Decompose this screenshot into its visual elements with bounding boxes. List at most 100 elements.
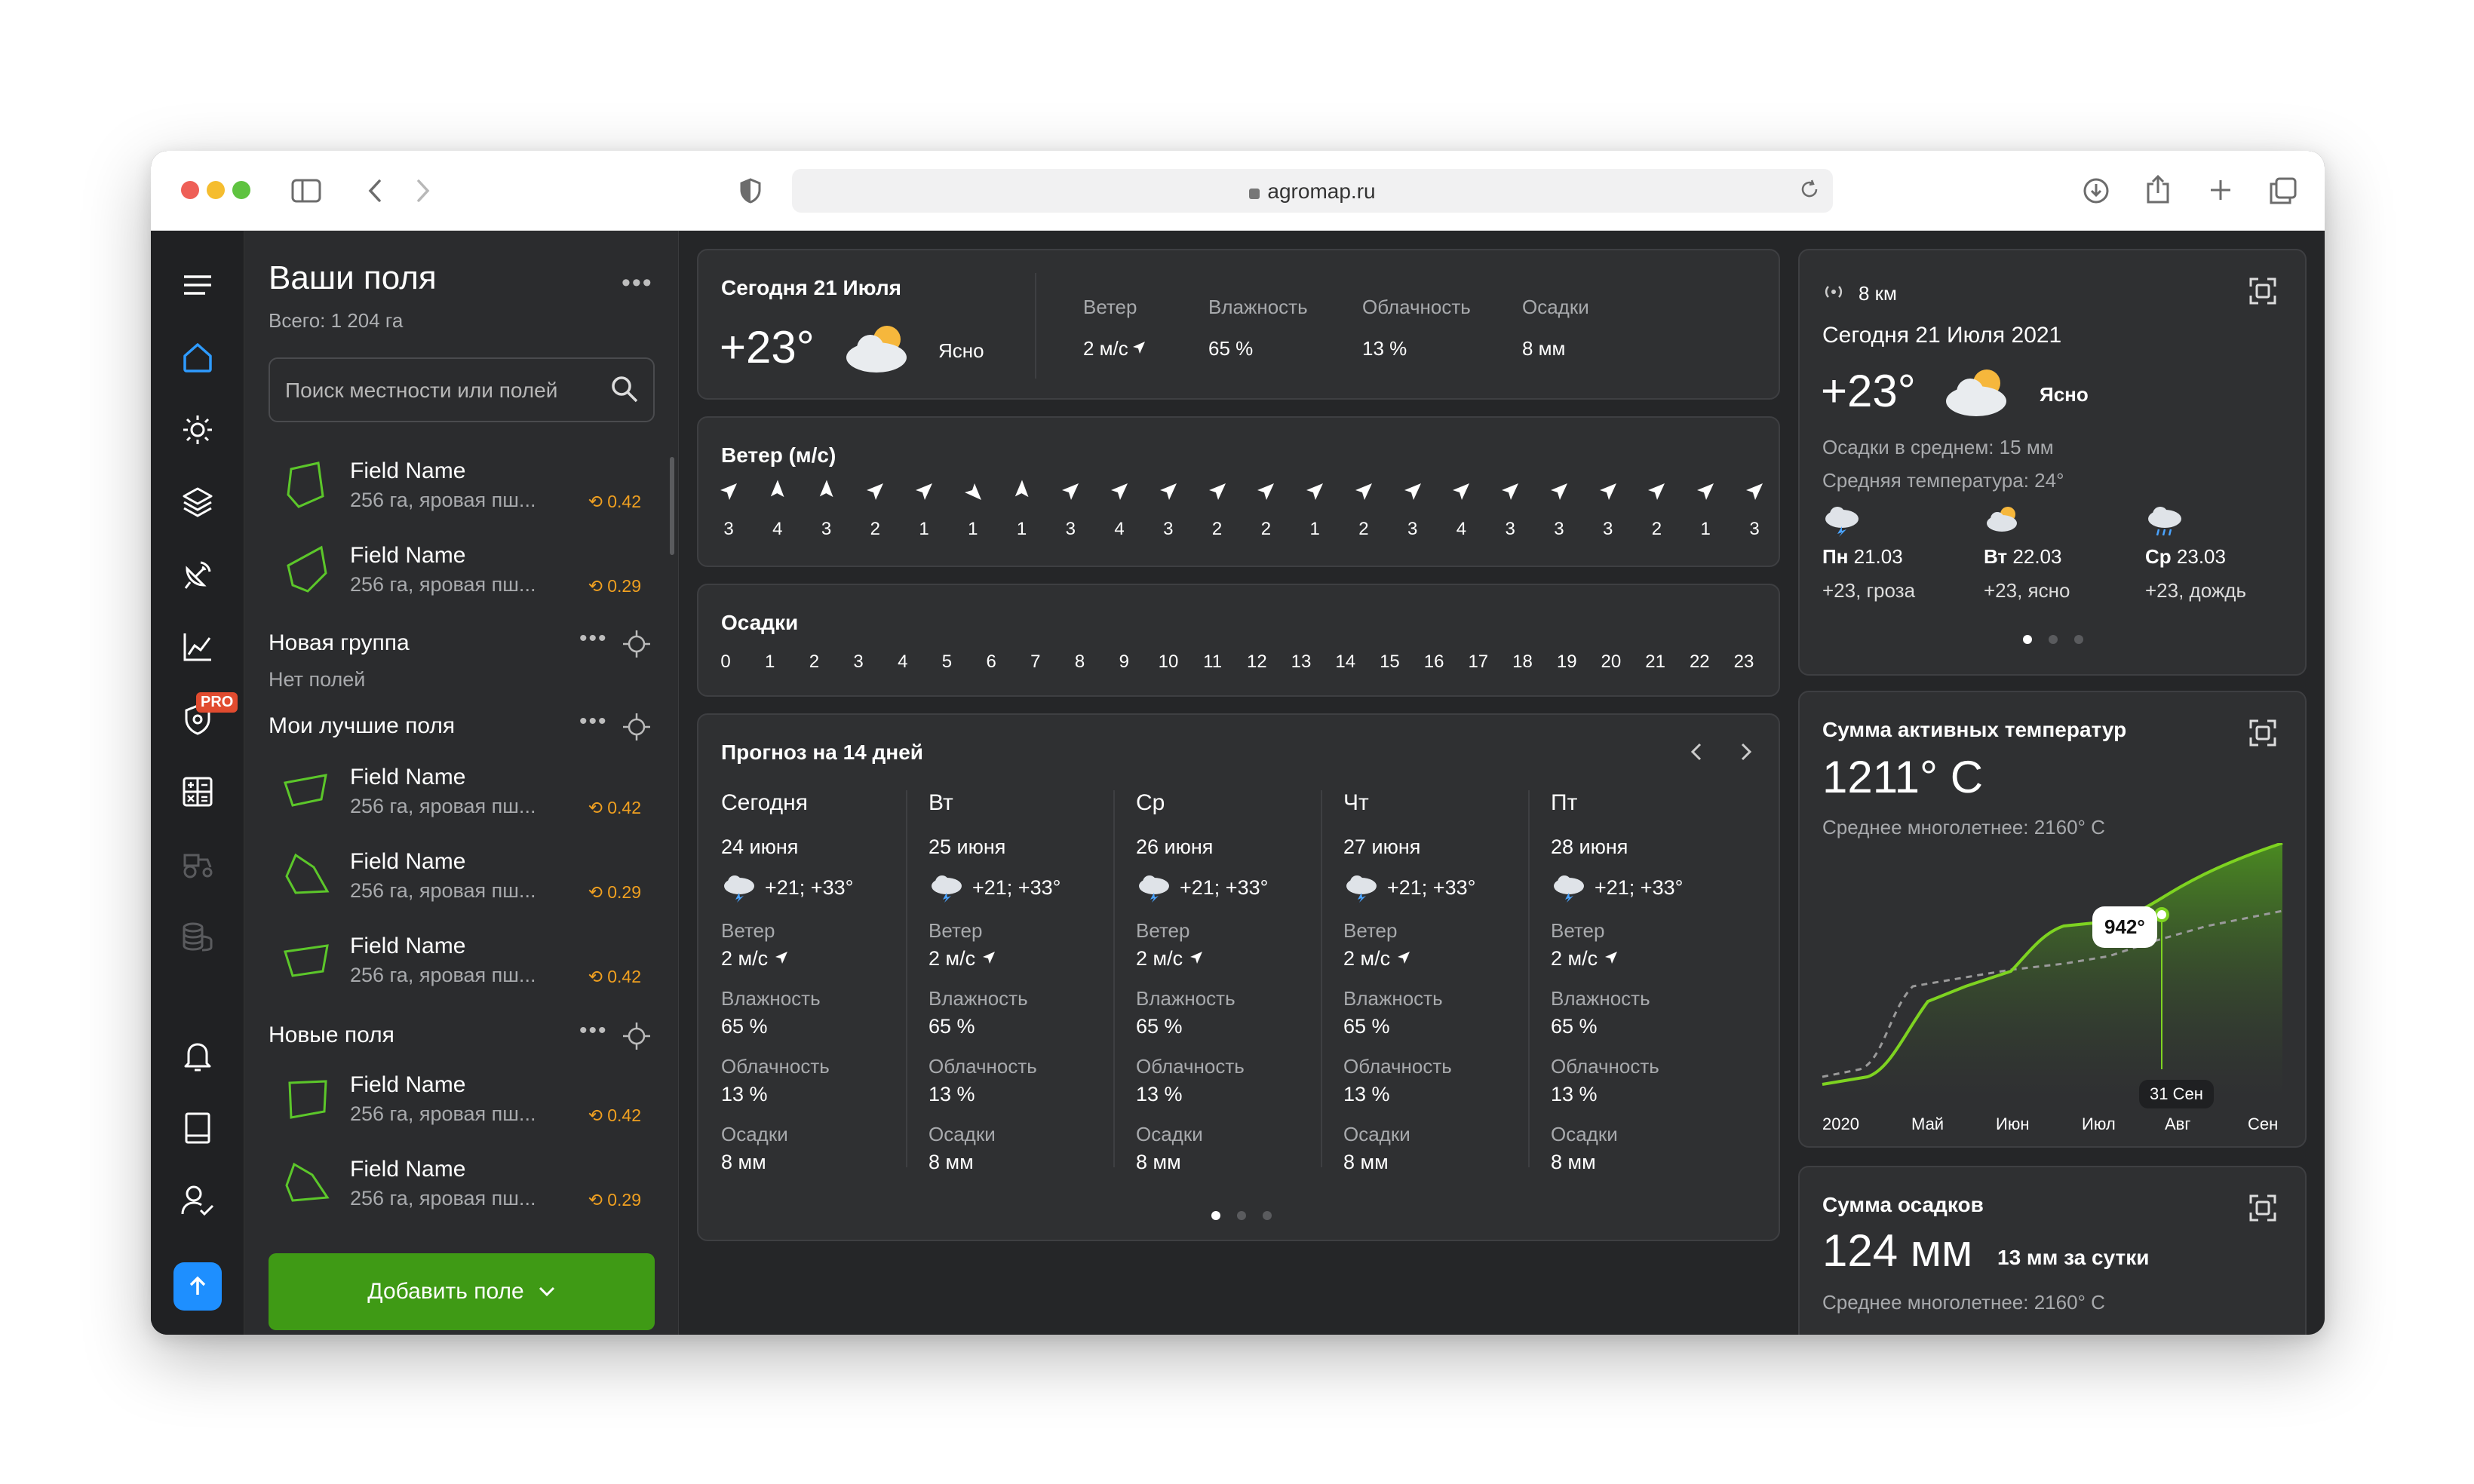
expand-icon[interactable] — [2248, 718, 2278, 748]
tabs-overview-icon[interactable] — [2269, 176, 2298, 210]
field-desc: 256 га, яровая пш... — [350, 879, 536, 902]
panel-scrollbar[interactable] — [670, 457, 674, 555]
field-item[interactable]: Field Name 256 га, яровая пш... ⟲ 0.42 — [269, 1063, 655, 1139]
user-check-icon[interactable] — [176, 1179, 219, 1222]
wind-speed: 1 — [1700, 519, 1711, 539]
group-name: Мои лучшие поля — [269, 713, 456, 738]
forecast-day-column[interactable]: Чт 27 июня +21; +33° Ветер 2 м/с Влажность 65… — [1343, 790, 1555, 1182]
locate-icon[interactable] — [622, 629, 652, 663]
share-icon[interactable] — [2145, 173, 2171, 210]
menu-icon[interactable] — [176, 264, 219, 306]
wind-hour-item: 3 — [1593, 481, 1623, 540]
field-item[interactable]: Field Name 256 га, яровая пш... ⟲ 0.42 — [269, 756, 655, 831]
forward-icon[interactable] — [415, 178, 431, 208]
reload-icon[interactable] — [1798, 178, 1821, 205]
precipitation-stat: Осадки 8 мм — [1522, 296, 1589, 360]
sidebar-toggle-icon[interactable] — [291, 178, 321, 208]
group-header[interactable]: Мои лучшие поля ••• — [269, 709, 655, 747]
field-item[interactable]: Field Name 256 га, яровая пш... ⟲ 0.29 — [269, 534, 655, 609]
download-icon[interactable] — [2082, 176, 2110, 210]
tractor-icon[interactable] — [176, 843, 219, 885]
humidity-value: 65 % — [929, 1015, 975, 1038]
humidity-label: Влажность — [1136, 987, 1235, 1010]
calculator-icon[interactable] — [176, 771, 219, 813]
page-dot[interactable] — [2074, 635, 2083, 644]
page-dot[interactable] — [1237, 1211, 1246, 1220]
add-field-button[interactable]: Добавить поле — [269, 1253, 655, 1330]
page-dot-active[interactable] — [1211, 1211, 1220, 1220]
upload-button[interactable] — [173, 1262, 222, 1311]
day-forecast-item[interactable]: Пн 21.03 +23, гроза — [1822, 504, 1973, 602]
cloudiness-value: 13 % — [1551, 1083, 1598, 1105]
bell-icon[interactable] — [176, 1035, 219, 1077]
hour-label: 18 — [1512, 652, 1533, 672]
page-dot[interactable] — [1263, 1211, 1272, 1220]
wind-direction-icon — [1014, 480, 1029, 498]
wind-speed: 3 — [1065, 519, 1076, 539]
sun-icon[interactable] — [176, 409, 219, 451]
forecast-day-column[interactable]: Пт 28 июня +21; +33° Ветер 2 м/с Влажность 65… — [1551, 790, 1762, 1182]
humidity-value: 65 % — [1551, 1015, 1598, 1038]
group-more-icon[interactable]: ••• — [579, 626, 608, 652]
cloudiness-label: Облачность — [1136, 1055, 1245, 1078]
coins-icon[interactable] — [176, 915, 219, 958]
search-icon[interactable] — [609, 374, 640, 408]
panel-more-icon[interactable]: ••• — [622, 268, 653, 298]
wind-speed: 2 — [1651, 519, 1662, 539]
prev-icon[interactable] — [1690, 742, 1703, 765]
back-icon[interactable] — [367, 178, 383, 208]
chart-icon[interactable] — [176, 626, 219, 668]
forecast-day-column[interactable]: Ср 26 июня +21; +33° Ветер 2 м/с Влажность 65… — [1136, 790, 1347, 1182]
locate-icon[interactable] — [622, 712, 652, 746]
locate-icon[interactable] — [622, 1021, 652, 1055]
group-header[interactable]: Новые поля ••• — [269, 1018, 655, 1056]
satellite-icon[interactable] — [176, 553, 219, 596]
wind-label: Ветер — [929, 919, 983, 942]
wind-direction-icon — [1189, 952, 1202, 964]
humidity-value: 65 % — [721, 1015, 768, 1038]
minimize-window-button[interactable] — [207, 181, 225, 199]
expand-icon[interactable] — [2248, 276, 2278, 306]
group-more-icon[interactable]: ••• — [579, 1018, 608, 1044]
search-input[interactable] — [285, 374, 602, 407]
group-header[interactable]: Новая группа ••• — [269, 626, 655, 664]
day-forecast-item[interactable]: Ср 23.03 +23, дождь — [2145, 504, 2296, 602]
cloudiness-stat: Облачность 13 % — [1362, 296, 1471, 360]
new-tab-icon[interactable] — [2208, 178, 2233, 207]
field-desc: 256 га, яровая пш... — [350, 489, 536, 511]
field-item[interactable]: Field Name 256 га, яровая пш... ⟲ 0.42 — [269, 449, 655, 525]
field-item[interactable]: Field Name 256 га, яровая пш... ⟲ 0.42 — [269, 924, 655, 1000]
column-divider — [906, 790, 907, 1167]
expand-icon[interactable] — [2248, 1193, 2278, 1223]
next-icon[interactable] — [1739, 742, 1753, 765]
field-item[interactable]: Field Name 256 га, яровая пш... ⟲ 0.29 — [269, 840, 655, 915]
home-icon[interactable] — [176, 336, 219, 379]
field-item[interactable]: Field Name 256 га, яровая пш... ⟲ 0.29 — [269, 1148, 655, 1223]
book-icon[interactable] — [176, 1107, 219, 1149]
layers-icon[interactable] — [176, 481, 219, 523]
zoom-window-button[interactable] — [232, 181, 250, 199]
wind-label: Ветер — [1551, 919, 1605, 942]
ndvi-value: ⟲ 0.42 — [588, 492, 641, 511]
address-bar[interactable]: agromap.ru — [792, 169, 1833, 213]
page-dot[interactable] — [2049, 635, 2058, 644]
group-more-icon[interactable]: ••• — [579, 709, 608, 734]
precip-daily: 13 мм за сутки — [1997, 1246, 2150, 1269]
cloudiness-label: Облачность — [929, 1055, 1037, 1078]
humidity-value: 65 % — [1343, 1015, 1390, 1038]
forecast-day-column[interactable]: Сегодня 24 июня +21; +33° Ветер 2 м/с Влажно… — [721, 790, 932, 1182]
day-name: Чт — [1343, 790, 1369, 815]
shield-privacy-icon[interactable] — [739, 178, 762, 208]
wind-speed: 4 — [1456, 519, 1467, 539]
page-dot-active[interactable] — [2023, 635, 2032, 644]
hour-label: 21 — [1645, 652, 1665, 672]
temperature-range: +21; +33° — [1180, 875, 1269, 899]
today-temperature: +23° — [720, 322, 815, 373]
rain-icon — [2148, 507, 2181, 536]
field-shape-icon — [284, 944, 329, 977]
day-forecast-item[interactable]: Вт 22.03 +23, ясно — [1984, 504, 2135, 602]
forecast-day-column[interactable]: Вт 25 июня +21; +33° Ветер 2 м/с Влажность 65… — [929, 790, 1140, 1182]
close-window-button[interactable] — [181, 181, 199, 199]
today-condition: Ясно — [938, 339, 984, 362]
wind-hour-item: 2 — [1641, 481, 1671, 540]
